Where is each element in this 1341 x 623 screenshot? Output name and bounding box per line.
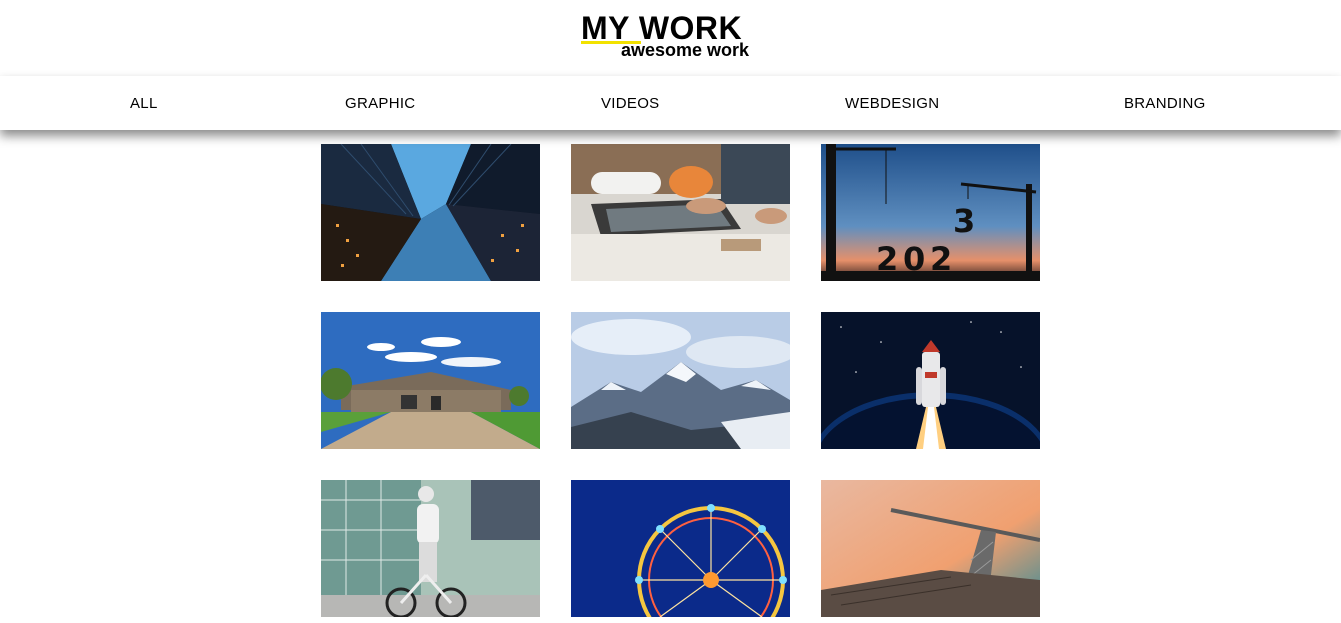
crane-image [821,480,1040,617]
year-digit: 2 [876,240,898,278]
gallery-item-house[interactable] [321,312,540,449]
house-image [321,312,540,449]
gallery-item-2023-cranes[interactable]: 2 0 2 3 [821,144,1040,281]
filter-webdesign[interactable]: WEBDESIGN [845,76,939,130]
filter-videos[interactable]: VIDEOS [601,76,659,130]
mountains-image [571,312,790,449]
ferris-wheel-image [571,480,790,617]
filter-branding[interactable]: BRANDING [1124,76,1206,130]
gallery-item-skyscrapers[interactable] [321,144,540,281]
cyclist-image [321,480,540,617]
year-digit: 3 [953,202,975,240]
gallery-item-cyclist[interactable] [321,480,540,617]
gallery-item-ferris-wheel[interactable] [571,480,790,617]
filter-nav: ALL GRAPHIC VIDEOS WEBDESIGN BRANDING [0,76,1341,130]
skyscrapers-image [321,144,540,281]
architect-image [571,144,790,281]
gallery-item-rocket[interactable] [821,312,1040,449]
year-digit: 2 [930,240,952,278]
gallery-item-mountains[interactable] [571,312,790,449]
gallery-item-crane[interactable] [821,480,1040,617]
rocket-image [821,312,1040,449]
cranes-2023-image: 2 0 2 3 [821,144,1040,281]
gallery-item-architect[interactable] [571,144,790,281]
filter-graphic[interactable]: GRAPHIC [345,76,415,130]
filter-all[interactable]: ALL [130,76,158,130]
year-digit: 0 [903,240,925,278]
